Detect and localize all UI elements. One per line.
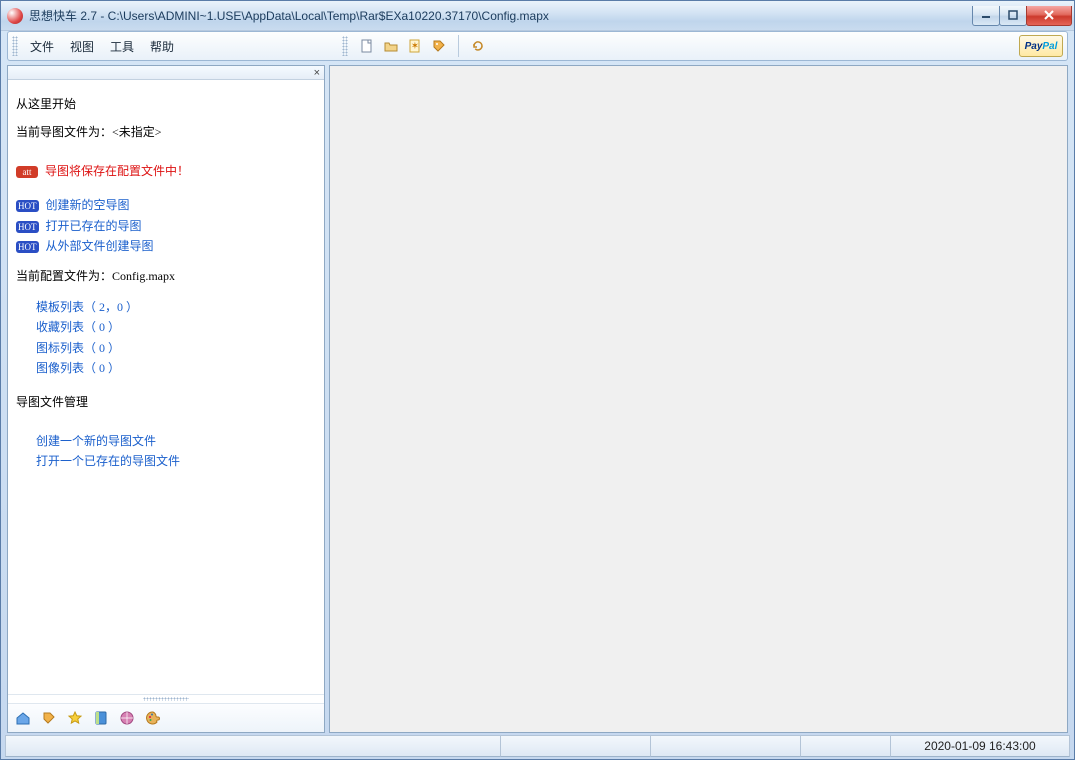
link-favorite-list[interactable]: 收藏列表（ 0 ） (16, 317, 316, 337)
link-open-existing-row: HOT 打开已存在的导图 (16, 216, 316, 236)
tag-icon[interactable] (40, 709, 58, 727)
toolbar-icons: ✶ (342, 35, 487, 57)
side-panel-grip[interactable] (8, 694, 324, 704)
current-map-row: 当前导图文件为：<未指定> (16, 122, 316, 142)
refresh-icon[interactable] (469, 37, 487, 55)
paypal-badge[interactable]: PayPal (1019, 35, 1063, 57)
palette-icon[interactable] (144, 709, 162, 727)
section-start-here: 从这里开始 (16, 94, 316, 114)
toolbar-separator (458, 35, 459, 57)
status-timestamp: 2020-01-09 16:43:00 (890, 735, 1070, 757)
globe-icon[interactable] (118, 709, 136, 727)
toolbar-grip-icon[interactable] (342, 36, 348, 56)
toolbar-grip-icon[interactable] (12, 36, 18, 56)
hot-badge-icon: HOT (16, 241, 39, 253)
window-controls (973, 6, 1072, 26)
open-folder-icon[interactable] (382, 37, 400, 55)
current-config-label: 当前配置文件为： (16, 269, 112, 283)
menu-tool[interactable]: 工具 (102, 34, 142, 59)
link-from-external-row: HOT 从外部文件创建导图 (16, 236, 316, 256)
app-icon (7, 8, 23, 24)
current-map-label: 当前导图文件为： (16, 125, 112, 139)
app-window: 思想快车 2.7 - C:\Users\ADMINI~1.USE\AppData… (0, 0, 1075, 760)
svg-text:✶: ✶ (411, 41, 419, 52)
menu-help[interactable]: 帮助 (142, 34, 182, 59)
current-map-value: <未指定> (112, 125, 162, 139)
hot-badge-icon: HOT (16, 200, 39, 212)
status-bar: 2020-01-09 16:43:00 (5, 735, 1070, 757)
side-panel-body: 从这里开始 当前导图文件为：<未指定> att 导图将保存在配置文件中！ HOT… (8, 80, 324, 694)
link-create-new-map-file[interactable]: 创建一个新的导图文件 (16, 431, 316, 451)
close-button[interactable] (1026, 6, 1072, 26)
toolbar: 文件 视图 工具 帮助 ✶ PayPal (7, 31, 1068, 61)
status-cell-main (5, 735, 500, 757)
maximize-button[interactable] (999, 6, 1027, 26)
book-icon[interactable] (92, 709, 110, 727)
current-config-row: 当前配置文件为：Config.mapx (16, 266, 316, 286)
client-area: × 从这里开始 当前导图文件为：<未指定> att 导图将保存在配置文件中！ H… (7, 65, 1068, 733)
link-icon-list[interactable]: 图标列表（ 0 ） (16, 338, 316, 358)
section-file-mgmt: 导图文件管理 (16, 392, 316, 412)
link-create-empty-map[interactable]: 创建新的空导图 (46, 198, 130, 212)
link-image-list[interactable]: 图像列表（ 0 ） (16, 358, 316, 378)
window-title: 思想快车 2.7 - C:\Users\ADMINI~1.USE\AppData… (29, 7, 973, 24)
att-badge-icon: att (16, 166, 38, 178)
minimize-button[interactable] (972, 6, 1000, 26)
link-create-empty-row: HOT 创建新的空导图 (16, 195, 316, 215)
side-panel-close-button[interactable]: × (310, 67, 324, 79)
status-cell-1 (500, 735, 650, 757)
link-open-existing-map[interactable]: 打开已存在的导图 (46, 219, 142, 233)
menu-view[interactable]: 视图 (62, 34, 102, 59)
warning-row: att 导图将保存在配置文件中！ (16, 161, 316, 181)
main-canvas[interactable] (329, 65, 1068, 733)
warning-text: 导图将保存在配置文件中！ (45, 164, 189, 178)
hot-badge-icon: HOT (16, 221, 39, 233)
side-panel-close-bar: × (8, 66, 324, 80)
home-icon[interactable] (14, 709, 32, 727)
side-panel: × 从这里开始 当前导图文件为：<未指定> att 导图将保存在配置文件中！ H… (7, 65, 325, 733)
grip-dots-icon (143, 697, 189, 701)
paypal-text-b: Pal (1042, 41, 1057, 52)
tag-icon[interactable] (430, 37, 448, 55)
new-file-icon[interactable] (358, 37, 376, 55)
new-note-icon[interactable]: ✶ (406, 37, 424, 55)
menu-file[interactable]: 文件 (22, 34, 62, 59)
current-config-value: Config.mapx (112, 269, 175, 283)
menubar: 文件 视图 工具 帮助 (22, 34, 182, 59)
paypal-text-a: Pay (1025, 41, 1043, 52)
side-panel-toolbar (8, 704, 324, 732)
status-cell-2 (650, 735, 800, 757)
star-icon[interactable] (66, 709, 84, 727)
status-cell-3 (800, 735, 890, 757)
link-from-external-file[interactable]: 从外部文件创建导图 (46, 239, 154, 253)
titlebar[interactable]: 思想快车 2.7 - C:\Users\ADMINI~1.USE\AppData… (1, 1, 1074, 31)
link-open-existing-map-file[interactable]: 打开一个已存在的导图文件 (16, 451, 316, 471)
link-template-list[interactable]: 模板列表（ 2，0 ） (16, 297, 316, 317)
